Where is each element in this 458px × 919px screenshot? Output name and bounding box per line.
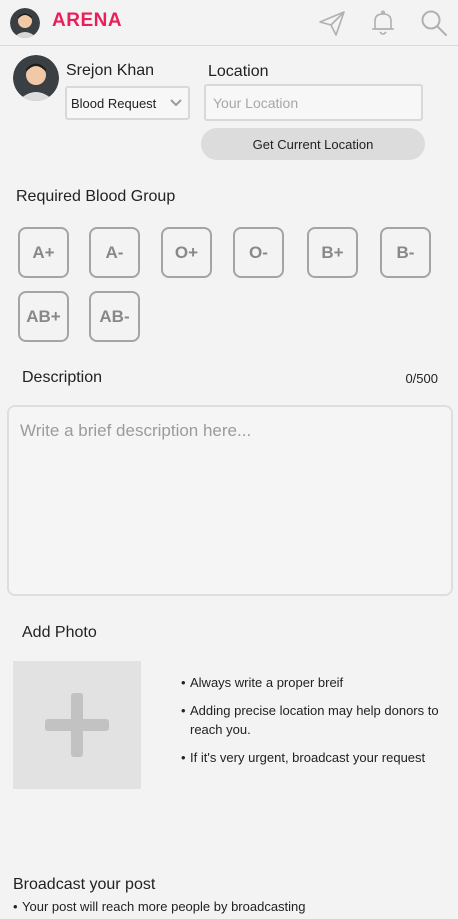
chevron-down-icon xyxy=(169,96,183,110)
blood-group-o-positive[interactable]: O+ xyxy=(161,227,212,278)
send-icon[interactable] xyxy=(317,8,347,38)
list-item: Adding precise location may help donors … xyxy=(181,701,456,739)
broadcast-title: Broadcast your post xyxy=(13,876,156,893)
blood-group-o-negative[interactable]: O- xyxy=(233,227,284,278)
blood-group-title: Required Blood Group xyxy=(16,188,176,205)
blood-group-ab-negative[interactable]: AB- xyxy=(89,291,140,342)
blood-group-ab-positive[interactable]: AB+ xyxy=(18,291,69,342)
add-photo-button[interactable] xyxy=(13,661,141,789)
list-item: Always write a proper breif xyxy=(181,673,456,692)
blood-group-a-positive[interactable]: A+ xyxy=(18,227,69,278)
blood-group-a-negative[interactable]: A- xyxy=(89,227,140,278)
avatar[interactable] xyxy=(10,8,40,38)
description-title: Description xyxy=(22,369,103,386)
location-label: Location xyxy=(208,63,269,80)
description-input[interactable] xyxy=(7,405,453,596)
top-bar: ARENA xyxy=(0,0,458,46)
location-input[interactable] xyxy=(204,84,423,121)
broadcast-note: Your post will reach more people by broa… xyxy=(13,899,306,914)
photo-tips-list: Always write a proper breif Adding preci… xyxy=(181,673,456,776)
bell-icon[interactable] xyxy=(368,8,398,38)
list-item: If it's very urgent, broadcast your requ… xyxy=(181,748,456,767)
user-avatar xyxy=(13,55,59,101)
blood-group-b-positive[interactable]: B+ xyxy=(307,227,358,278)
post-type-select[interactable]: Blood Request xyxy=(65,86,190,120)
description-counter: 0/500 xyxy=(405,371,438,386)
get-current-location-button[interactable]: Get Current Location xyxy=(201,128,425,160)
plus-icon xyxy=(45,693,109,757)
app-logo: ARENA xyxy=(52,10,123,31)
add-photo-title: Add Photo xyxy=(22,624,97,641)
blood-group-b-negative[interactable]: B- xyxy=(380,227,431,278)
post-type-value: Blood Request xyxy=(71,96,157,111)
user-name: Srejon Khan xyxy=(66,62,155,79)
search-icon[interactable] xyxy=(419,8,449,38)
